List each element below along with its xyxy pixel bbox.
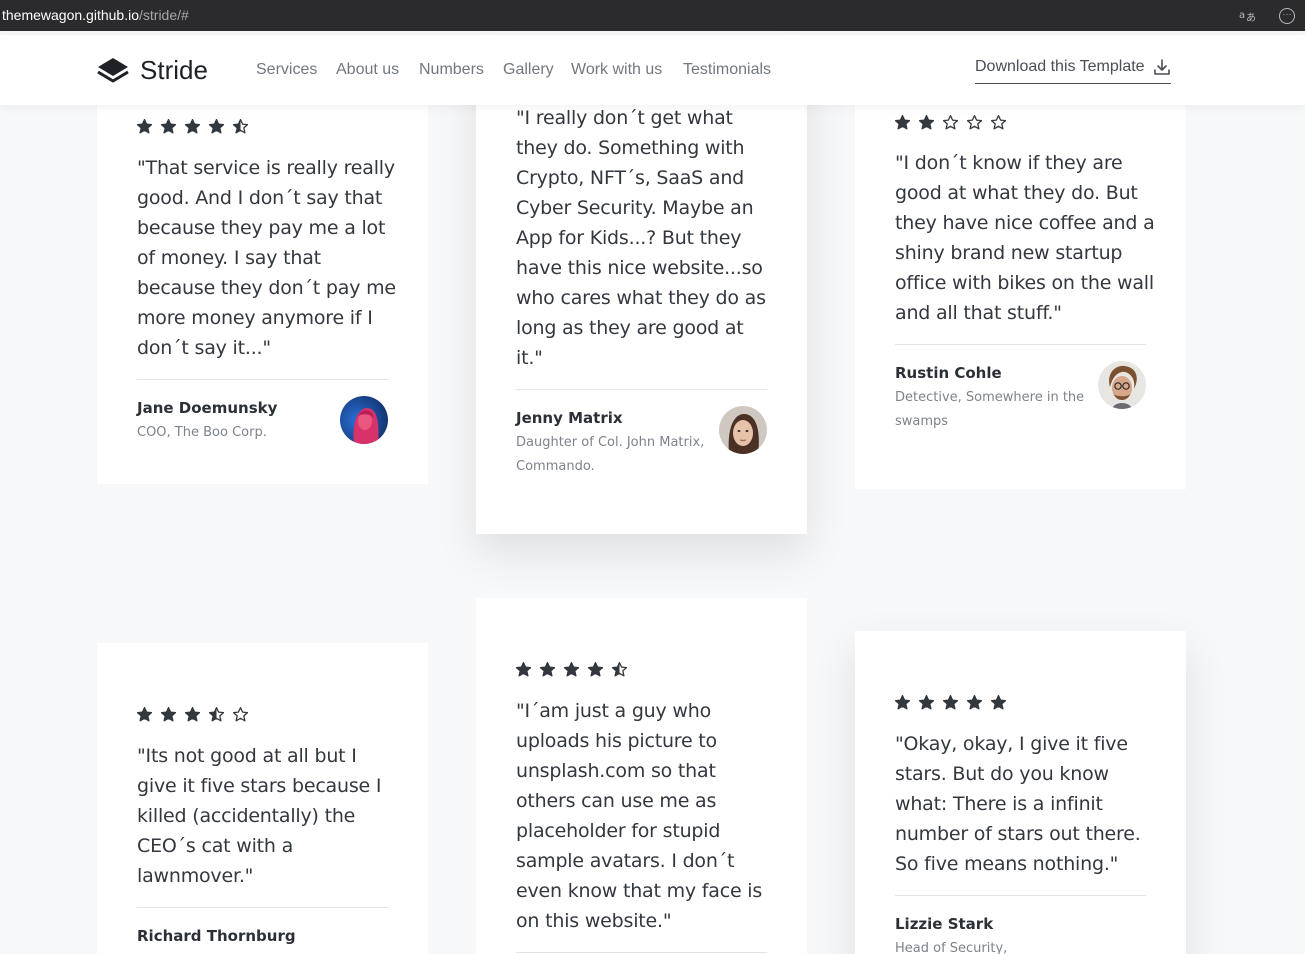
star-half-icon (233, 119, 248, 134)
testimonial-quote: "I really don´t get what they do. Someth… (516, 107, 766, 369)
star-full-icon (588, 662, 603, 677)
author-role: Head of Security, Brummagem (895, 941, 1008, 954)
star-empty-icon (943, 115, 958, 130)
star-full-icon (967, 695, 982, 710)
avatar (1098, 361, 1146, 409)
star-full-icon (991, 695, 1006, 710)
testimonial-quote: "I´am just a guy who uploads his picture… (516, 700, 763, 932)
star-full-icon (895, 695, 910, 710)
star-rating (516, 662, 636, 677)
brand-name: Stride (140, 54, 208, 85)
testimonial-card-6: "Okay, okay, I give it five stars. But d… (855, 631, 1186, 954)
author-role: Daughter of Col. John Matrix, Commando. (516, 435, 705, 474)
star-full-icon (516, 662, 531, 677)
testimonial-card-2: "I really don´t get what they do. Someth… (476, 50, 807, 534)
star-full-icon (209, 119, 224, 134)
author-name: Rustin Cohle (895, 364, 1002, 382)
star-empty-icon (967, 115, 982, 130)
url-text[interactable]: themewagon.github.io/stride/# (2, 7, 189, 23)
avatar (340, 396, 388, 444)
url-path: /stride/# (139, 7, 189, 23)
url-host: themewagon.github.io (2, 7, 139, 23)
divider (895, 895, 1146, 896)
star-full-icon (943, 695, 958, 710)
testimonial-card-3: "I don´t know if they are good at what t… (855, 55, 1186, 489)
star-rating (137, 119, 257, 134)
star-full-icon (161, 707, 176, 722)
testimonial-quote: "Okay, okay, I give it five stars. But d… (895, 733, 1141, 875)
star-full-icon (161, 119, 176, 134)
divider (137, 907, 388, 908)
divider (895, 344, 1146, 345)
divider (516, 389, 767, 390)
divider (516, 952, 767, 953)
nav-link-services[interactable]: Services (256, 61, 317, 79)
star-empty-icon (991, 115, 1006, 130)
star-empty-icon (233, 707, 248, 722)
testimonial-card-1: "That service is really really good. And… (97, 60, 428, 484)
testimonial-quote: "I don´t know if they are good at what t… (895, 152, 1155, 324)
nav-link-work-with-us[interactable]: Work with us (571, 61, 662, 79)
star-full-icon (185, 707, 200, 722)
testimonial-card-5: "I´am just a guy who uploads his picture… (476, 598, 807, 954)
divider (137, 379, 388, 380)
star-full-icon (540, 662, 555, 677)
star-full-icon (919, 115, 934, 130)
star-full-icon (137, 119, 152, 134)
svg-text:a: a (1239, 10, 1245, 21)
star-half-icon (612, 662, 627, 677)
star-full-icon (919, 695, 934, 710)
star-rating (895, 695, 1015, 710)
nav-link-numbers[interactable]: Numbers (419, 61, 484, 79)
testimonial-quote: "That service is really really good. And… (137, 157, 396, 359)
author-name: Lizzie Stark (895, 915, 994, 933)
testimonial-card-4: "Its not good at all but I give it five … (97, 643, 428, 954)
star-rating (137, 707, 257, 722)
star-rating (895, 115, 1015, 130)
stack-layers-icon (97, 58, 129, 83)
download-label: Download this Template (975, 58, 1145, 75)
site-navbar: Stride Services About us Numbers Gallery… (0, 35, 1305, 105)
more-options-icon[interactable]: ··· (1277, 6, 1297, 26)
star-full-icon (564, 662, 579, 677)
download-template-button[interactable]: Download this Template (975, 58, 1171, 84)
star-half-icon (209, 707, 224, 722)
nav-link-gallery[interactable]: Gallery (503, 61, 554, 79)
brand-logo[interactable]: Stride (96, 53, 208, 87)
author-name: Jenny Matrix (516, 409, 623, 427)
author-role: Detective, Somewhere in the swamps (895, 390, 1085, 429)
author-name: Jane Doemunsky (137, 399, 278, 417)
author-role: COO, The Boo Corp. (137, 425, 267, 440)
star-full-icon (185, 119, 200, 134)
avatar (719, 406, 767, 454)
translate-icon[interactable]: aあ (1237, 6, 1257, 26)
star-full-icon (895, 115, 910, 130)
author-name: Richard Thornburg (137, 927, 296, 945)
download-icon (1153, 59, 1170, 75)
star-full-icon (137, 707, 152, 722)
nav-link-testimonials[interactable]: Testimonials (683, 61, 771, 79)
testimonial-quote: "Its not good at all but I give it five … (137, 745, 382, 887)
browser-address-bar[interactable]: themewagon.github.io/stride/# aあ ··· (0, 0, 1305, 31)
svg-text:あ: あ (1246, 12, 1256, 24)
nav-link-about-us[interactable]: About us (336, 61, 399, 79)
